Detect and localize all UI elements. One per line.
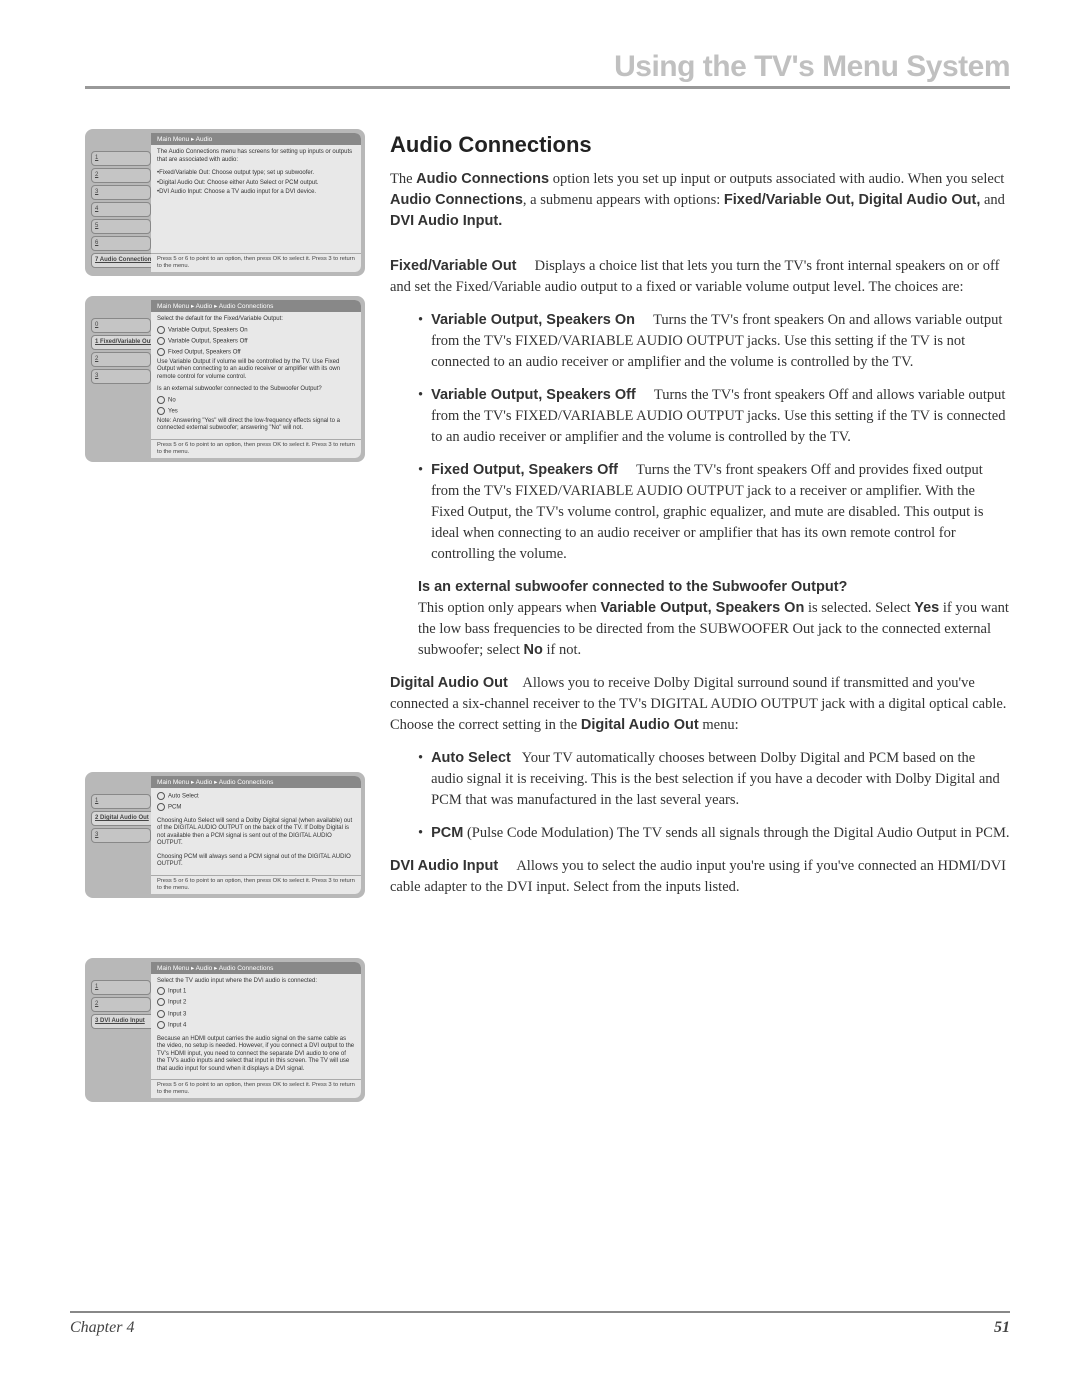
- menu-btn: 1: [91, 794, 151, 809]
- menu-btn: 3: [91, 185, 151, 200]
- opt: Auto Select: [168, 793, 199, 799]
- chapter-label: Chapter 4: [70, 1319, 134, 1337]
- menu-btn: 2: [91, 168, 151, 183]
- tv-screenshot-fixed-variable: 0 1 Fixed/Variable Out 2 3 Main Menu ▸ A…: [85, 296, 365, 462]
- desc: Is an external subwoofer connected to th…: [157, 386, 355, 394]
- radio-icon: [157, 396, 165, 404]
- menu-btn: 4: [91, 202, 151, 217]
- bullet-auto-select: •Auto Select Your TV automatically choos…: [418, 748, 1010, 811]
- breadcrumb: Main Menu ▸ Audio ▸ Audio Connections: [151, 776, 361, 788]
- subwoofer-question: Is an external subwoofer connected to th…: [418, 577, 1010, 661]
- digital-audio-out-desc: Digital Audio Out Allows you to receive …: [390, 673, 1010, 736]
- body-text: Audio Connections The Audio Connections …: [390, 129, 1010, 1102]
- menu-btn: 6: [91, 236, 151, 251]
- opt: Variable Output, Speakers Off: [168, 338, 248, 344]
- opt: Fixed Output, Speakers Off: [168, 349, 241, 355]
- page-footer: Chapter 4 51: [70, 1311, 1010, 1337]
- radio-icon: [157, 337, 165, 345]
- desc: Use Variable Output if volume will be co…: [157, 359, 355, 382]
- section-title: Audio Connections: [390, 129, 1010, 161]
- menu-btn: 3: [91, 369, 151, 384]
- footer-hint: Press 5 or 6 to point to an option, then…: [151, 875, 361, 894]
- desc: The Audio Connections menu has screens f…: [157, 149, 355, 164]
- footer-hint: Press 5 or 6 to point to an option, then…: [151, 1079, 361, 1098]
- menu-btn: 1: [91, 151, 151, 166]
- page-number: 51: [994, 1319, 1010, 1337]
- menu-btn: 2: [91, 997, 151, 1012]
- opt: Input 2: [168, 1000, 186, 1006]
- footer-hint: Press 5 or 6 to point to an option, then…: [151, 439, 361, 458]
- chapter-title: Using the TV's Menu System: [85, 50, 1010, 89]
- tv-screenshot-digital-audio-out: 1 2 Digital Audio Out 3 Main Menu ▸ Audi…: [85, 772, 365, 898]
- desc: •Fixed/Variable Out: Choose output type;…: [157, 170, 355, 178]
- desc: Note: Answering "Yes" will direct the lo…: [157, 418, 355, 433]
- opt: No: [168, 397, 176, 403]
- desc: Choosing PCM will always send a PCM sign…: [157, 854, 355, 869]
- radio-icon: [157, 792, 165, 800]
- bullet-var-on: •Variable Output, Speakers On Turns the …: [418, 310, 1010, 373]
- menu-btn: 3: [91, 828, 151, 843]
- radio-icon: [157, 803, 165, 811]
- dvi-audio-input-desc: DVI Audio Input Allows you to select the…: [390, 856, 1010, 898]
- footer-hint: Press 5 or 6 to point to an option, then…: [151, 253, 361, 272]
- opt: Input 3: [168, 1011, 186, 1017]
- desc: Choosing Auto Select will send a Dolby D…: [157, 818, 355, 848]
- opt: Input 4: [168, 1022, 186, 1028]
- tv-screenshot-dvi-audio-input: 1 2 3 DVI Audio Input Main Menu ▸ Audio …: [85, 958, 365, 1102]
- desc: Select the default for the Fixed/Variabl…: [157, 316, 355, 324]
- bullet-pcm: •PCM (Pulse Code Modulation) The TV send…: [418, 823, 1010, 844]
- radio-icon: [157, 998, 165, 1006]
- breadcrumb: Main Menu ▸ Audio: [151, 133, 361, 145]
- radio-icon: [157, 987, 165, 995]
- opt: Yes: [168, 408, 178, 414]
- intro-paragraph: The Audio Connections option lets you se…: [390, 169, 1010, 232]
- opt: PCM: [168, 804, 181, 810]
- desc: Because an HDMI output carries the audio…: [157, 1036, 355, 1074]
- breadcrumb: Main Menu ▸ Audio ▸ Audio Connections: [151, 962, 361, 974]
- menu-btn: 2: [91, 352, 151, 367]
- desc: •Digital Audio Out: Choose either Auto S…: [157, 180, 355, 188]
- radio-icon: [157, 326, 165, 334]
- screenshot-column: 1 2 3 4 5 6 7 Audio Connections Main Men…: [85, 129, 365, 1102]
- radio-icon: [157, 348, 165, 356]
- opt: Variable Output, Speakers On: [168, 327, 248, 333]
- fixed-variable-out-desc: Fixed/Variable Out Displays a choice lis…: [390, 256, 1010, 298]
- menu-btn: 0: [91, 318, 151, 333]
- opt: Input 1: [168, 989, 186, 995]
- tv-screenshot-audio-connections: 1 2 3 4 5 6 7 Audio Connections Main Men…: [85, 129, 365, 276]
- desc: Select the TV audio input where the DVI …: [157, 978, 355, 986]
- menu-btn: 1: [91, 980, 151, 995]
- radio-icon: [157, 407, 165, 415]
- radio-icon: [157, 1010, 165, 1018]
- bullet-fixed-off: •Fixed Output, Speakers Off Turns the TV…: [418, 460, 1010, 565]
- breadcrumb: Main Menu ▸ Audio ▸ Audio Connections: [151, 300, 361, 312]
- desc: •DVI Audio Input: Choose a TV audio inpu…: [157, 189, 355, 197]
- radio-icon: [157, 1021, 165, 1029]
- menu-btn: 5: [91, 219, 151, 234]
- bullet-var-off: •Variable Output, Speakers Off Turns the…: [418, 385, 1010, 448]
